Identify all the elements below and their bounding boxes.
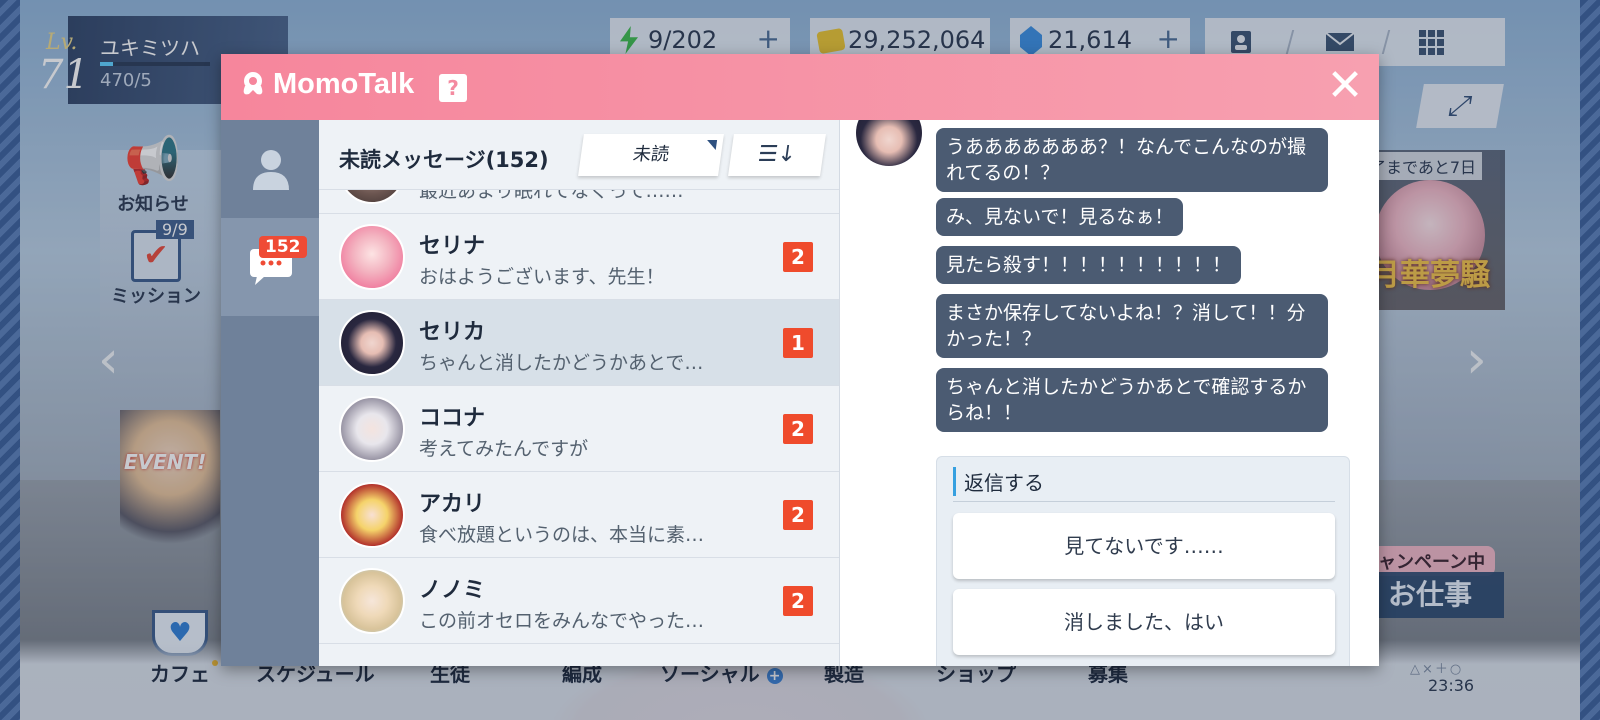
reply-divider — [953, 501, 1335, 502]
unread-badge: 2 — [783, 414, 813, 444]
item-preview: おはようございます、先生！ — [419, 266, 665, 288]
item-preview: この前オセロをみんなでやった… — [419, 610, 705, 632]
tab-messages[interactable]: 152 — [221, 218, 319, 316]
list-item[interactable]: ノノミ この前オセロをみんなでやった… 2 — [319, 558, 839, 644]
chat-panel: うあああああああ？！なんでこんなのが撮れてるの！？ み、見ないで！見るなぁ！ 見… — [839, 120, 1379, 666]
chat-bubble: ちゃんと消したかどうかあとで確認するからね！！ — [936, 368, 1328, 432]
item-name: ココナ — [419, 406, 486, 431]
chat-bubble: うあああああああ？！なんでこんなのが撮れてるの！？ — [936, 128, 1328, 192]
list-item[interactable]: ココナ 考えてみたんですが 2 — [319, 386, 839, 472]
item-preview: 最近あまり眠れてなくって…… — [419, 190, 684, 202]
reply-option-button[interactable]: 見てないです…… — [953, 513, 1335, 579]
list-item[interactable]: 最近あまり眠れてなくって…… — [319, 190, 839, 214]
message-count-badge: 152 — [259, 236, 307, 258]
dropdown-triangle-icon — [705, 140, 718, 150]
list-title: 未読メッセージ(152) — [339, 148, 549, 172]
list-header: 未読メッセージ(152) 未読 ☰↓ — [319, 120, 839, 190]
momotalk-title: MomoTalk — [273, 68, 415, 100]
filter-label: 未読 — [631, 144, 671, 165]
list-item[interactable]: セリカ ちゃんと消したかどうかあとで… 1 — [319, 300, 839, 386]
momo-logo-icon — [243, 72, 263, 95]
avatar — [339, 224, 405, 290]
momotalk-header: MomoTalk ? ✕ — [221, 54, 1379, 120]
chat-bubble: まさか保存してないよね！？消して！！分かった！？ — [936, 294, 1328, 358]
avatar — [339, 482, 405, 548]
item-preview: 考えてみたんですが — [419, 438, 589, 460]
help-button[interactable]: ? — [439, 74, 467, 102]
reply-box: 返信する 見てないです…… 消しました、はい — [936, 456, 1350, 666]
momotalk-sidebar: 152 — [221, 120, 319, 666]
item-name: セリナ — [419, 234, 486, 259]
item-preview: ちゃんと消したかどうかあとで… — [419, 352, 704, 374]
avatar — [339, 310, 405, 376]
close-icon[interactable]: ✕ — [1325, 64, 1365, 108]
list-item[interactable]: アカリ 食べ放題というのは、本当に素… 2 — [319, 472, 839, 558]
avatar — [339, 568, 405, 634]
avatar — [339, 190, 405, 204]
contact-list: 最近あまり眠れてなくって…… セリナ おはようございます、先生！ 2 セリカ ち… — [319, 190, 839, 666]
item-preview: 食べ放題というのは、本当に素… — [419, 524, 705, 546]
item-name: アカリ — [419, 492, 486, 517]
chat-bubble: み、見ないで！見るなぁ！ — [936, 198, 1184, 236]
reply-title: 返信する — [953, 467, 1044, 496]
item-name: セリカ — [419, 320, 486, 345]
chat-avatar — [856, 120, 922, 166]
sort-icon[interactable]: ☰↓ — [728, 134, 826, 176]
tab-students[interactable] — [221, 120, 319, 218]
message-list-panel: 未読メッセージ(152) 未読 ☰↓ 最近あまり眠れてなくって…… セリナ おは… — [319, 120, 839, 666]
filter-dropdown[interactable]: 未読 — [578, 134, 724, 176]
list-item[interactable]: セリナ おはようございます、先生！ 2 — [319, 214, 839, 300]
chat-bubble: 見たら殺す！！！！！！！！！！ — [936, 246, 1242, 284]
item-name: ノノミ — [419, 578, 486, 603]
unread-badge: 2 — [783, 242, 813, 272]
avatar — [339, 396, 405, 462]
unread-badge: 2 — [783, 500, 813, 530]
reply-option-button[interactable]: 消しました、はい — [953, 589, 1335, 655]
unread-badge: 2 — [783, 586, 813, 616]
unread-badge: 1 — [783, 328, 813, 358]
momotalk-window: MomoTalk ? ✕ 152 未読メッセージ(152) 未読 ☰↓ 最近あま… — [221, 54, 1379, 666]
person-icon — [253, 150, 289, 190]
